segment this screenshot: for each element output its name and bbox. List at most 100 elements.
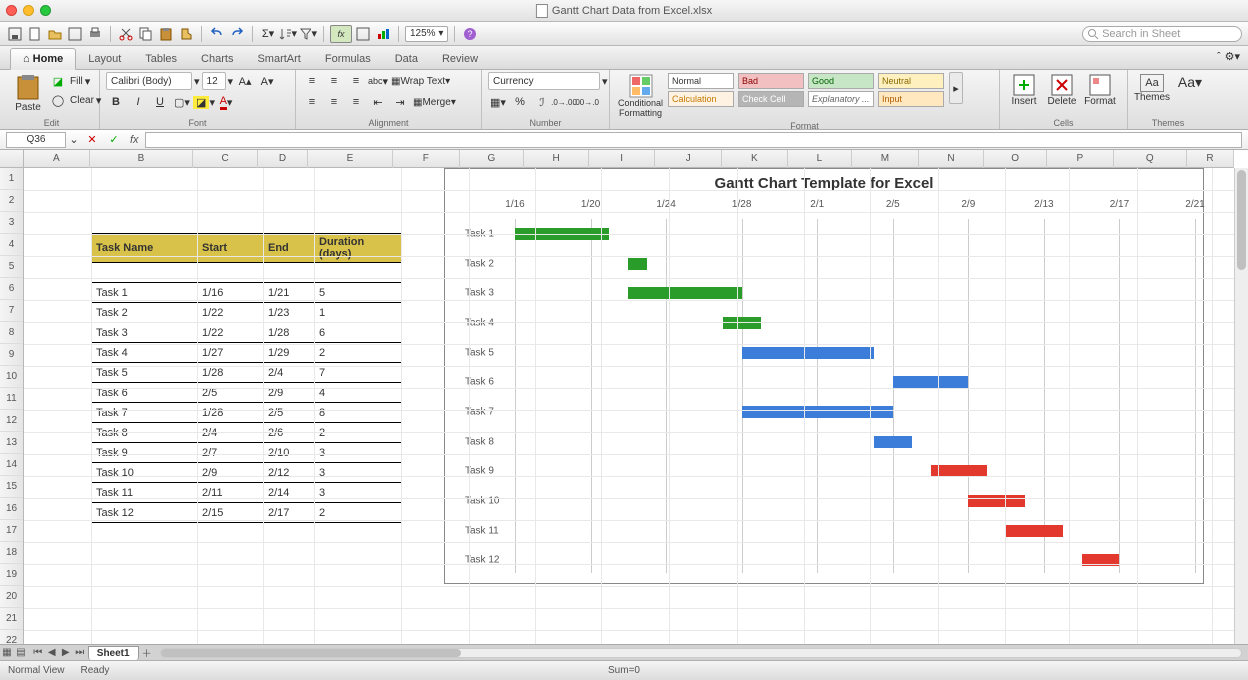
save-as-icon[interactable] [66, 25, 84, 43]
new-icon[interactable] [26, 25, 44, 43]
row-header[interactable]: 16 [0, 498, 23, 520]
zoom-icon[interactable] [40, 5, 51, 16]
gantt-chart[interactable]: Gantt Chart Template for Excel 1/161/201… [444, 168, 1204, 584]
table-cell[interactable]: 1/29 [264, 343, 315, 363]
row-header[interactable]: 1 [0, 168, 23, 190]
column-header[interactable]: G [460, 150, 525, 168]
table-cell[interactable]: 2/14 [264, 483, 315, 503]
chart-icon[interactable] [374, 25, 392, 43]
align-top-icon[interactable]: ≡ [302, 72, 322, 90]
cancel-formula-icon[interactable]: ✕ [82, 131, 102, 149]
row-header[interactable]: 2 [0, 190, 23, 212]
style-bad[interactable]: Bad [738, 73, 804, 89]
merge-button[interactable]: ▦ Merge ▾ [412, 93, 457, 111]
paste-button[interactable]: Paste [10, 72, 46, 115]
column-header[interactable]: D [258, 150, 308, 168]
table-cell[interactable]: Task 10 [92, 463, 198, 483]
settings-icon[interactable]: ⚙▾ [1225, 50, 1240, 63]
table-cell[interactable]: 1/22 [198, 323, 264, 343]
sheet-first-icon[interactable]: ⏮ [31, 646, 45, 660]
table-cell[interactable]: 2/9 [198, 463, 264, 483]
style-neutral[interactable]: Neutral [878, 73, 944, 89]
row-header[interactable]: 3 [0, 212, 23, 234]
orientation-icon[interactable]: abc▾ [368, 72, 388, 90]
table-cell[interactable]: Task 3 [92, 323, 198, 343]
autosum-icon[interactable]: Σ▾ [259, 25, 277, 43]
table-cell[interactable]: 6 [315, 323, 402, 343]
tab-home[interactable]: ⌂Home [10, 48, 76, 70]
formula-input[interactable] [145, 132, 1242, 148]
fill-color-button[interactable]: ◪▾ [194, 93, 214, 111]
align-middle-icon[interactable]: ≡ [324, 72, 344, 90]
fill-color-icon[interactable]: ◪ [48, 72, 68, 90]
vertical-scrollbar[interactable] [1234, 168, 1248, 660]
conditional-formatting-button[interactable]: Conditional Formatting [616, 72, 665, 120]
table-cell[interactable]: 2/11 [198, 483, 264, 503]
sheet-next-icon[interactable]: ▶ [59, 646, 73, 660]
table-cell[interactable]: 3 [315, 443, 402, 463]
font-color-button[interactable]: A▾ [216, 93, 236, 111]
comma-icon[interactable]: ℐ [532, 93, 552, 111]
column-header[interactable]: I [589, 150, 656, 168]
column-header[interactable]: P [1047, 150, 1114, 168]
table-cell[interactable]: 1/28 [198, 403, 264, 423]
close-icon[interactable] [6, 5, 17, 16]
column-header[interactable]: R [1187, 150, 1234, 168]
sheet-last-icon[interactable]: ⏭ [73, 646, 87, 660]
style-input[interactable]: Input [878, 91, 944, 107]
increase-indent-icon[interactable]: ⇥ [390, 93, 410, 111]
tab-review[interactable]: Review [430, 49, 490, 69]
open-icon[interactable] [46, 25, 64, 43]
column-header[interactable]: H [524, 150, 589, 168]
column-header[interactable]: B [90, 150, 194, 168]
align-center-icon[interactable]: ≡ [324, 93, 344, 111]
underline-button[interactable]: U [150, 93, 170, 111]
table-cell[interactable]: 2/5 [264, 403, 315, 423]
tab-tables[interactable]: Tables [133, 49, 189, 69]
add-sheet-icon[interactable]: ＋ [140, 646, 154, 660]
themes-button[interactable]: AaThemes [1134, 72, 1170, 105]
table-cell[interactable]: 3 [315, 483, 402, 503]
row-header[interactable]: 20 [0, 586, 23, 608]
row-header[interactable]: 15 [0, 476, 23, 498]
font-name-dropdown-icon[interactable]: ▾ [194, 75, 200, 88]
row-header[interactable]: 19 [0, 564, 23, 586]
row-header[interactable]: 5 [0, 256, 23, 278]
accept-formula-icon[interactable]: ✓ [104, 131, 124, 149]
tab-formulas[interactable]: Formulas [313, 49, 383, 69]
row-header[interactable]: 18 [0, 542, 23, 564]
zoom-control[interactable]: 125% ▾ [405, 26, 448, 42]
table-cell[interactable]: 1/23 [264, 303, 315, 323]
table-cell[interactable]: 2/10 [264, 443, 315, 463]
clear-icon[interactable]: ◯ [48, 91, 68, 109]
table-cell[interactable]: 1 [315, 303, 402, 323]
select-all-corner[interactable] [0, 150, 24, 168]
tab-smartart[interactable]: SmartArt [245, 49, 312, 69]
number-format-select[interactable]: Currency [488, 72, 600, 90]
sort-icon[interactable]: ▾ [279, 25, 297, 43]
table-cell[interactable]: Task 9 [92, 443, 198, 463]
table-cell[interactable]: 2/9 [264, 383, 315, 403]
save-icon[interactable] [6, 25, 24, 43]
column-header[interactable]: K [722, 150, 788, 168]
row-header[interactable]: 6 [0, 278, 23, 300]
column-header[interactable]: A [24, 150, 90, 168]
fx-label[interactable]: fx [126, 134, 143, 146]
table-cell[interactable]: Task 4 [92, 343, 198, 363]
table-cell[interactable]: 2/5 [198, 383, 264, 403]
fill-dropdown-icon[interactable]: ▾ [85, 75, 91, 88]
table-cell[interactable]: 2/7 [198, 443, 264, 463]
worksheet[interactable]: ABCDEFGHIJKLMNOPQR 123456789101112131415… [0, 150, 1248, 660]
align-bottom-icon[interactable]: ≡ [346, 72, 366, 90]
shrink-font-icon[interactable]: A▾ [257, 72, 277, 90]
minimize-icon[interactable] [23, 5, 34, 16]
cell-grid[interactable]: Task Name Start End Duration (days) Task… [24, 168, 1234, 660]
name-box[interactable]: Q36 [6, 132, 66, 148]
print-icon[interactable] [86, 25, 104, 43]
view-normal-icon[interactable]: ▦ [0, 646, 14, 660]
table-cell[interactable]: 2 [315, 343, 402, 363]
row-header[interactable]: 14 [0, 454, 23, 476]
grow-font-icon[interactable]: A▴ [235, 72, 255, 90]
format-cells-button[interactable]: Format [1082, 72, 1118, 109]
show-formulas-icon[interactable] [354, 25, 372, 43]
